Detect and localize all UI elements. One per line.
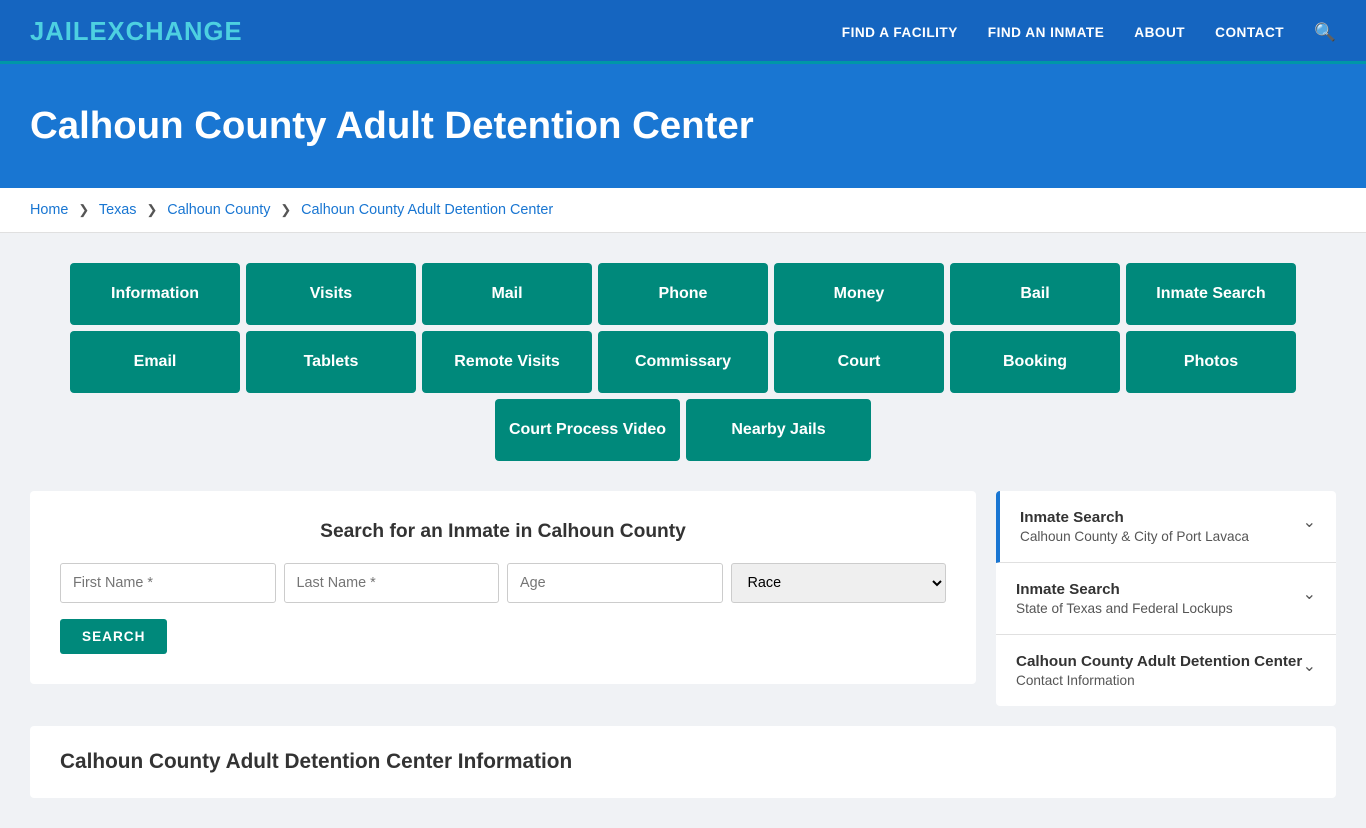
sidebar-item-text-1: Inmate Search State of Texas and Federal… bbox=[1016, 581, 1233, 616]
tile-row-3: Court Process Video Nearby Jails bbox=[30, 399, 1336, 461]
page-title: Calhoun County Adult Detention Center bbox=[30, 104, 1336, 148]
sidebar-item-subtitle-0: Calhoun County & City of Port Lavaca bbox=[1020, 529, 1249, 544]
tile-tablets[interactable]: Tablets bbox=[246, 331, 416, 393]
sidebar: Inmate Search Calhoun County & City of P… bbox=[996, 491, 1336, 706]
tile-information[interactable]: Information bbox=[70, 263, 240, 325]
tile-booking[interactable]: Booking bbox=[950, 331, 1120, 393]
breadcrumb-county[interactable]: Calhoun County bbox=[167, 202, 270, 218]
navbar: JAILEXCHANGE FIND A FACILITY FIND AN INM… bbox=[0, 0, 1366, 64]
tile-court-process-video[interactable]: Court Process Video bbox=[495, 399, 680, 461]
sidebar-item-0[interactable]: Inmate Search Calhoun County & City of P… bbox=[996, 491, 1336, 563]
search-icon[interactable]: 🔍 bbox=[1314, 22, 1336, 43]
search-title: Search for an Inmate in Calhoun County bbox=[60, 521, 946, 543]
tile-phone[interactable]: Phone bbox=[598, 263, 768, 325]
tile-nearby-jails[interactable]: Nearby Jails bbox=[686, 399, 871, 461]
tile-commissary[interactable]: Commissary bbox=[598, 331, 768, 393]
two-col-layout: Search for an Inmate in Calhoun County R… bbox=[30, 491, 1336, 706]
breadcrumb-sep-1: ❯ bbox=[78, 202, 89, 217]
sidebar-item-subtitle-1: State of Texas and Federal Lockups bbox=[1016, 601, 1233, 616]
breadcrumb-home[interactable]: Home bbox=[30, 202, 68, 218]
nav-about[interactable]: ABOUT bbox=[1134, 25, 1185, 40]
race-select[interactable]: Race White Black Hispanic Asian Other bbox=[731, 563, 947, 603]
search-button[interactable]: SEARCH bbox=[60, 619, 167, 654]
tile-row-1: Information Visits Mail Phone Money Bail… bbox=[30, 263, 1336, 325]
tile-bail[interactable]: Bail bbox=[950, 263, 1120, 325]
chevron-down-icon-1: ⌄ bbox=[1303, 584, 1316, 604]
search-fields: Race White Black Hispanic Asian Other bbox=[60, 563, 946, 603]
breadcrumb-texas[interactable]: Texas bbox=[99, 202, 137, 218]
sidebar-item-2[interactable]: Calhoun County Adult Detention Center Co… bbox=[996, 635, 1336, 706]
search-panel: Search for an Inmate in Calhoun County R… bbox=[30, 491, 976, 684]
sidebar-item-text-0: Inmate Search Calhoun County & City of P… bbox=[1020, 509, 1249, 544]
hero-banner: Calhoun County Adult Detention Center bbox=[0, 64, 1366, 188]
last-name-input[interactable] bbox=[284, 563, 500, 603]
page-body: Information Visits Mail Phone Money Bail… bbox=[0, 233, 1366, 828]
tile-grid: Information Visits Mail Phone Money Bail… bbox=[30, 263, 1336, 461]
nav-links: FIND A FACILITY FIND AN INMATE ABOUT CON… bbox=[842, 22, 1336, 43]
info-section-title: Calhoun County Adult Detention Center In… bbox=[60, 750, 1306, 774]
first-name-input[interactable] bbox=[60, 563, 276, 603]
sidebar-item-subtitle-2: Contact Information bbox=[1016, 673, 1302, 688]
sidebar-item-1[interactable]: Inmate Search State of Texas and Federal… bbox=[996, 563, 1336, 635]
age-input[interactable] bbox=[507, 563, 723, 603]
tile-email[interactable]: Email bbox=[70, 331, 240, 393]
tile-photos[interactable]: Photos bbox=[1126, 331, 1296, 393]
chevron-down-icon-2: ⌄ bbox=[1303, 656, 1316, 676]
tile-mail[interactable]: Mail bbox=[422, 263, 592, 325]
breadcrumb-sep-2: ❯ bbox=[146, 202, 157, 217]
sidebar-item-title-2: Calhoun County Adult Detention Center bbox=[1016, 653, 1302, 670]
tile-visits[interactable]: Visits bbox=[246, 263, 416, 325]
sidebar-item-title-0: Inmate Search bbox=[1020, 509, 1249, 526]
breadcrumb-current: Calhoun County Adult Detention Center bbox=[301, 202, 553, 218]
logo-exchange: EXCHANGE bbox=[89, 18, 242, 46]
tile-inmate-search[interactable]: Inmate Search bbox=[1126, 263, 1296, 325]
nav-find-facility[interactable]: FIND A FACILITY bbox=[842, 25, 958, 40]
tile-court[interactable]: Court bbox=[774, 331, 944, 393]
nav-find-inmate[interactable]: FIND AN INMATE bbox=[988, 25, 1105, 40]
tile-money[interactable]: Money bbox=[774, 263, 944, 325]
sidebar-item-text-2: Calhoun County Adult Detention Center Co… bbox=[1016, 653, 1302, 688]
logo-jail: JAIL bbox=[30, 18, 89, 46]
tile-row-2: Email Tablets Remote Visits Commissary C… bbox=[30, 331, 1336, 393]
chevron-down-icon-0: ⌄ bbox=[1303, 512, 1316, 532]
sidebar-item-title-1: Inmate Search bbox=[1016, 581, 1233, 598]
nav-contact[interactable]: CONTACT bbox=[1215, 25, 1284, 40]
page-bottom: Calhoun County Adult Detention Center In… bbox=[30, 726, 1336, 798]
breadcrumb: Home ❯ Texas ❯ Calhoun County ❯ Calhoun … bbox=[0, 188, 1366, 233]
breadcrumb-sep-3: ❯ bbox=[280, 202, 291, 217]
tile-remote-visits[interactable]: Remote Visits bbox=[422, 331, 592, 393]
logo[interactable]: JAILEXCHANGE bbox=[30, 18, 243, 47]
